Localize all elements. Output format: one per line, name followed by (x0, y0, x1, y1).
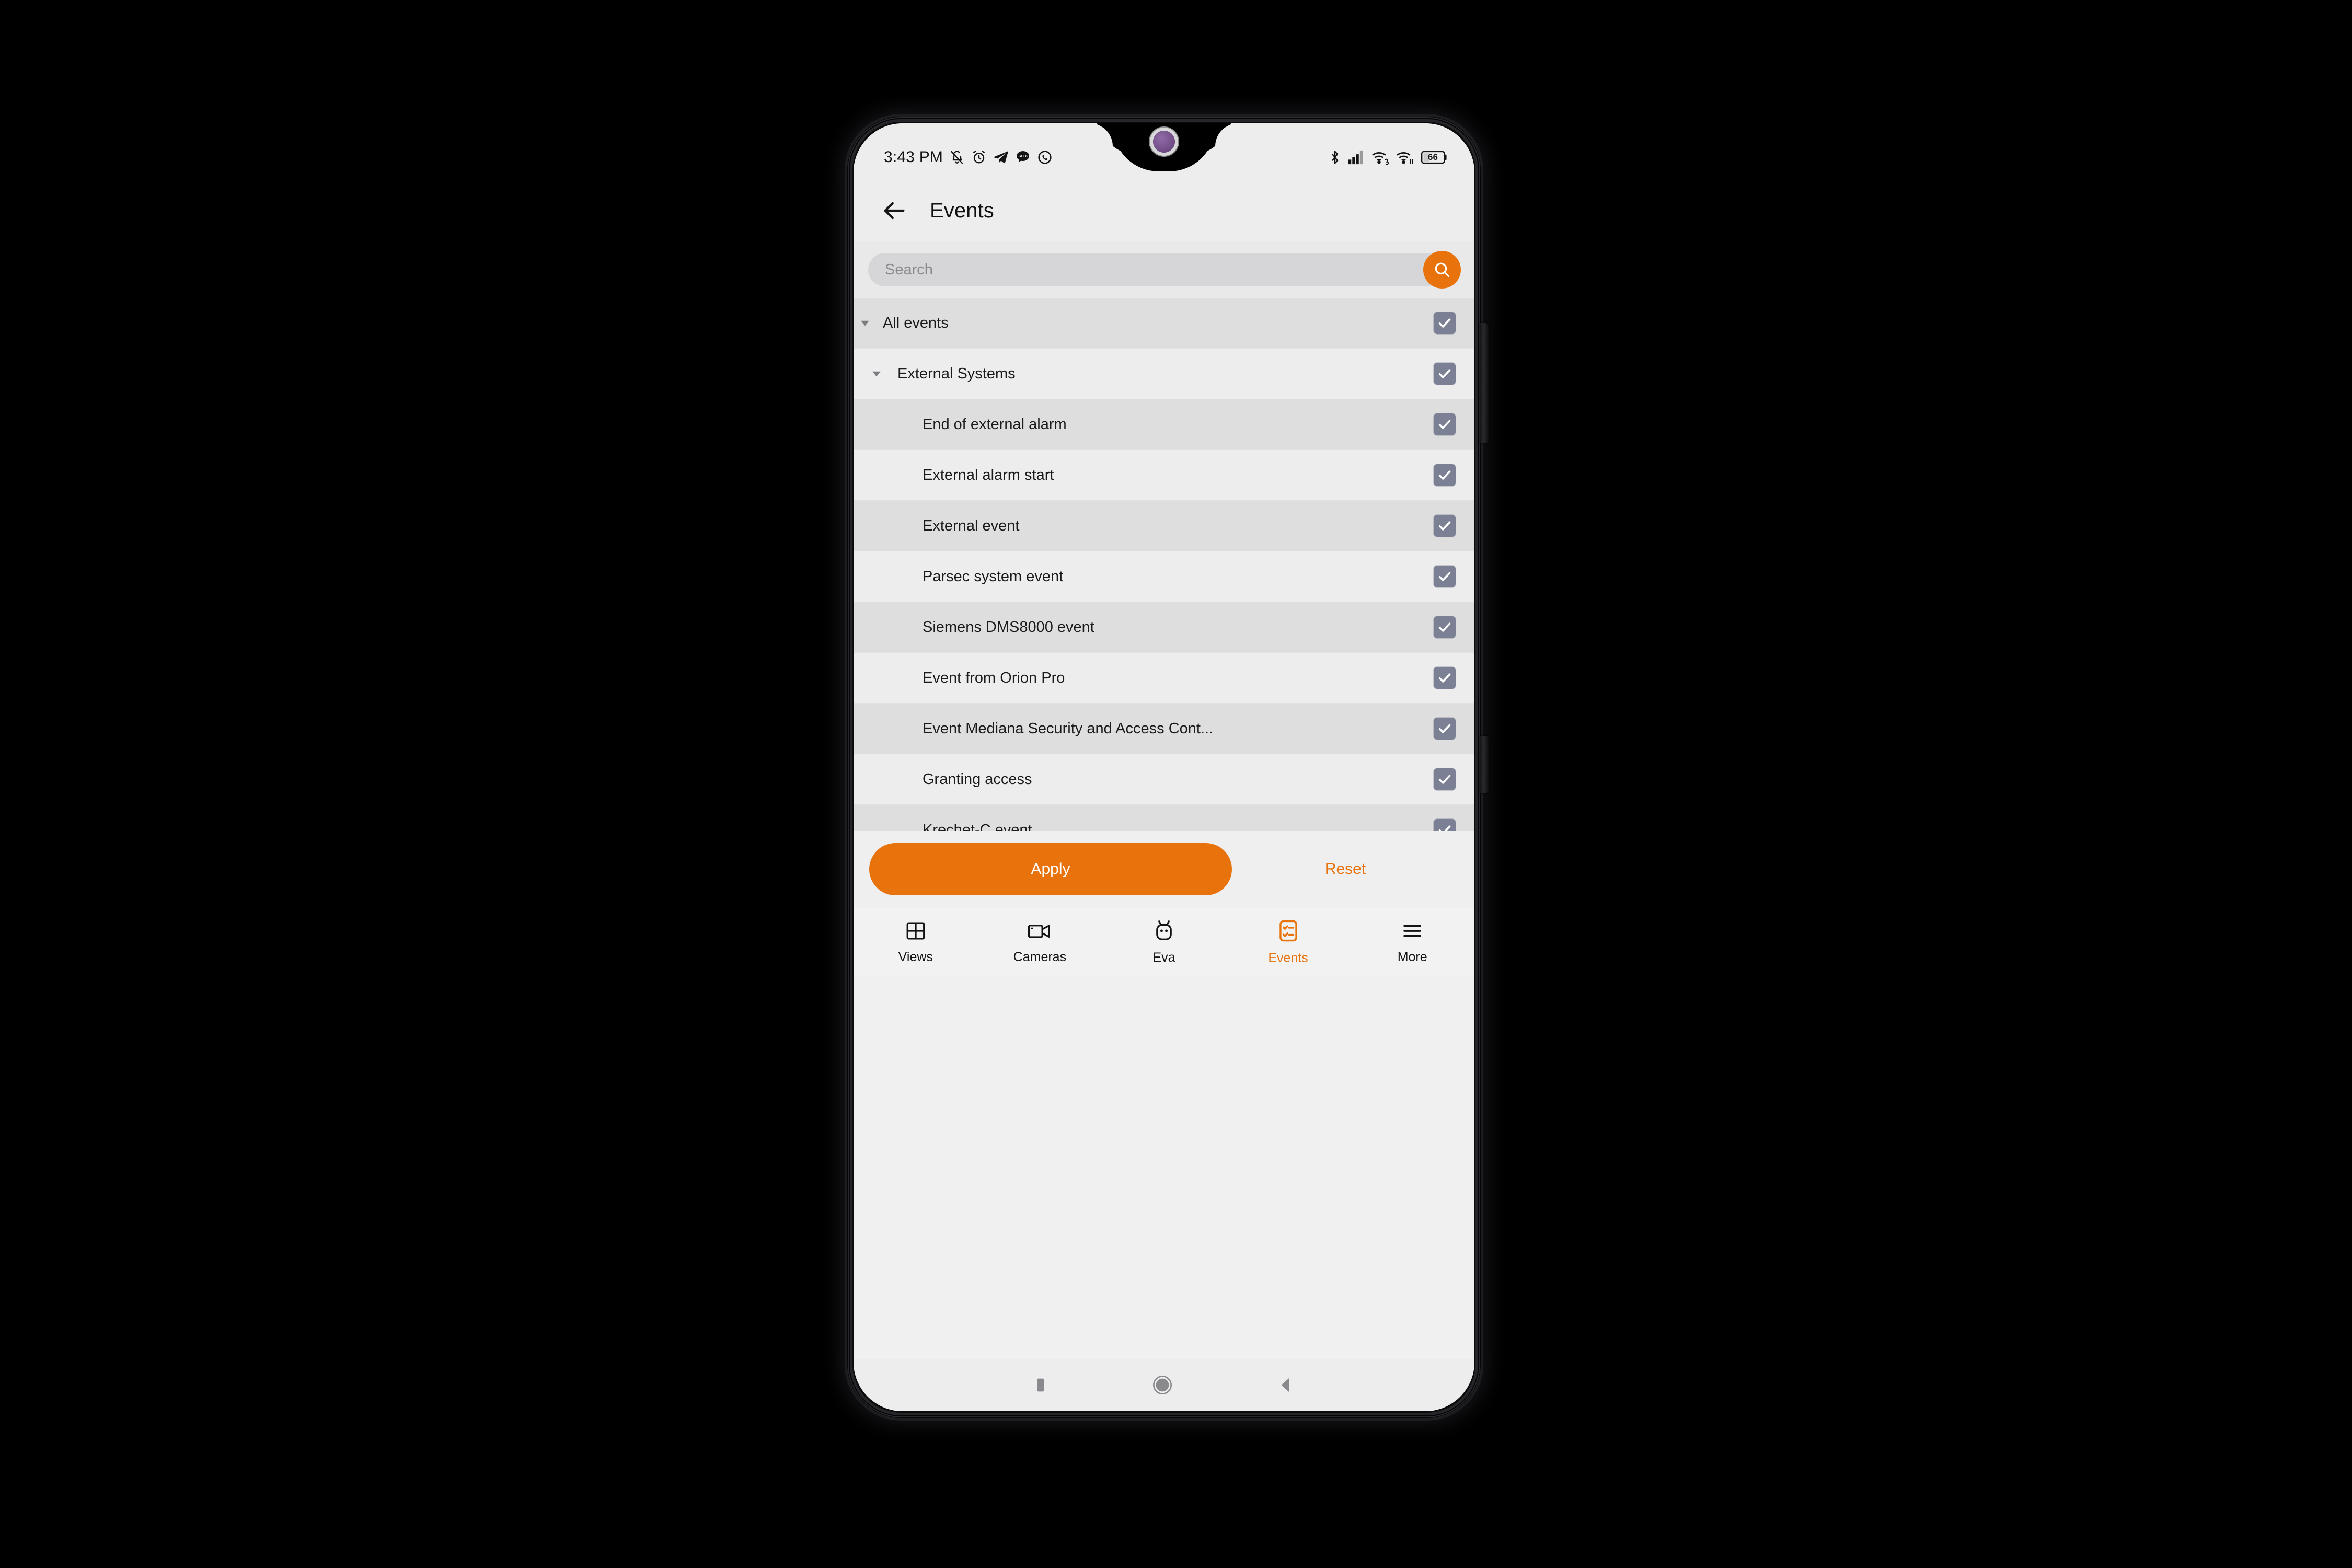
search-button[interactable] (1423, 251, 1461, 289)
nav-tab-label: Views (898, 949, 933, 964)
nav-tab-views[interactable]: Views (854, 920, 978, 965)
check-icon (1438, 673, 1451, 683)
nav-tab-label: Events (1268, 950, 1308, 965)
check-icon (1438, 470, 1451, 480)
event-row-checkbox[interactable] (1434, 363, 1456, 385)
event-list-row[interactable]: Event Mediana Security and Access Cont..… (854, 704, 1474, 754)
chevron-down-icon (861, 320, 869, 326)
expand-collapse-toggle[interactable] (854, 317, 877, 329)
check-icon (1438, 369, 1451, 378)
event-list-row[interactable]: External alarm start (854, 450, 1474, 501)
event-row-label: Event from Orion Pro (923, 669, 1065, 686)
video-camera-icon (1027, 920, 1052, 944)
android-system-navigation (854, 1359, 1474, 1411)
event-row-label: External event (923, 517, 1020, 534)
hamburger-menu-icon (1401, 920, 1424, 944)
event-row-checkbox[interactable] (1434, 515, 1456, 537)
nav-tab-label: Cameras (1013, 949, 1067, 964)
event-row-label: All events (883, 314, 949, 331)
reset-button[interactable]: Reset (1232, 860, 1459, 878)
action-bar: Apply Reset (854, 831, 1474, 908)
event-list-row[interactable]: External Systems (854, 349, 1474, 399)
robot-icon (1153, 919, 1175, 945)
event-list-row[interactable]: End of external alarm (854, 399, 1474, 450)
check-icon (1438, 825, 1451, 831)
event-row-checkbox[interactable] (1434, 819, 1456, 831)
event-row-checkbox[interactable] (1434, 413, 1456, 435)
event-row-checkbox[interactable] (1434, 616, 1456, 638)
waterdrop-notch (1090, 123, 1238, 171)
event-row-checkbox[interactable] (1434, 667, 1456, 689)
check-icon (1438, 420, 1451, 429)
event-row-label: Event Mediana Security and Access Cont..… (923, 720, 1214, 737)
app-bar: Events (854, 180, 1474, 241)
page-title: Events (930, 199, 994, 222)
event-list-row[interactable]: Siemens DMS8000 event (854, 602, 1474, 653)
search-box[interactable] (868, 251, 1461, 289)
apply-button[interactable]: Apply (869, 843, 1232, 895)
nav-tab-events[interactable]: Events (1226, 919, 1351, 966)
checklist-icon (1278, 919, 1299, 946)
expand-collapse-toggle[interactable] (865, 367, 888, 380)
event-row-label: Granting access (923, 770, 1032, 788)
search-icon (1435, 262, 1449, 277)
grid-icon (905, 920, 927, 944)
check-icon (1438, 622, 1451, 632)
check-icon (1438, 521, 1451, 531)
event-row-checkbox[interactable] (1434, 464, 1456, 486)
check-icon (1438, 724, 1451, 733)
nav-tab-more[interactable]: More (1350, 920, 1474, 965)
front-camera-icon (1153, 131, 1175, 153)
event-row-label: Parsec system event (923, 568, 1064, 585)
triangle-left-icon (1281, 1378, 1289, 1392)
recents-button[interactable] (1034, 1376, 1047, 1394)
search-input[interactable] (885, 261, 1460, 279)
nav-tab-eva[interactable]: Eva (1102, 919, 1226, 965)
event-list[interactable]: All events External Systems End of externa… (854, 298, 1474, 831)
search-area (854, 241, 1474, 298)
event-list-row[interactable]: Krechet-C event (854, 805, 1474, 831)
chevron-down-icon (872, 371, 881, 377)
check-icon (1438, 775, 1451, 784)
home-button[interactable] (1152, 1375, 1173, 1396)
notch-area (854, 123, 1474, 180)
event-row-checkbox[interactable] (1434, 718, 1456, 740)
volume-rocker-button[interactable] (1480, 323, 1489, 443)
event-row-label: Krechet-C event (923, 821, 1032, 831)
event-list-row[interactable]: All events (854, 298, 1474, 349)
check-icon (1438, 318, 1451, 328)
event-row-checkbox[interactable] (1434, 566, 1456, 587)
back-button[interactable] (1277, 1376, 1294, 1394)
event-list-row[interactable]: Granting access (854, 754, 1474, 805)
event-row-checkbox[interactable] (1434, 312, 1456, 334)
event-list-row[interactable]: Event from Orion Pro (854, 653, 1474, 704)
event-row-label: External Systems (897, 365, 1016, 382)
nav-tab-cameras[interactable]: Cameras (978, 920, 1102, 965)
event-row-label: End of external alarm (923, 416, 1067, 433)
circle-icon (1153, 1376, 1172, 1394)
back-arrow-icon[interactable] (881, 197, 908, 224)
phone-screen: 3:43 PM TALK 66 Events Search All events… (854, 123, 1474, 1411)
event-row-checkbox[interactable] (1434, 768, 1456, 790)
event-list-row[interactable]: Parsec system event (854, 551, 1474, 602)
event-row-label: External alarm start (923, 466, 1054, 483)
square-icon (1037, 1378, 1044, 1392)
event-row-label: Siemens DMS8000 event (923, 618, 1094, 636)
nav-tab-label: More (1397, 949, 1427, 964)
check-icon (1438, 572, 1451, 581)
bottom-navigation: Views Cameras Eva Events More (854, 908, 1474, 976)
nav-tab-label: Eva (1152, 950, 1175, 965)
event-list-row[interactable]: External event (854, 501, 1474, 551)
power-button[interactable] (1480, 736, 1489, 793)
